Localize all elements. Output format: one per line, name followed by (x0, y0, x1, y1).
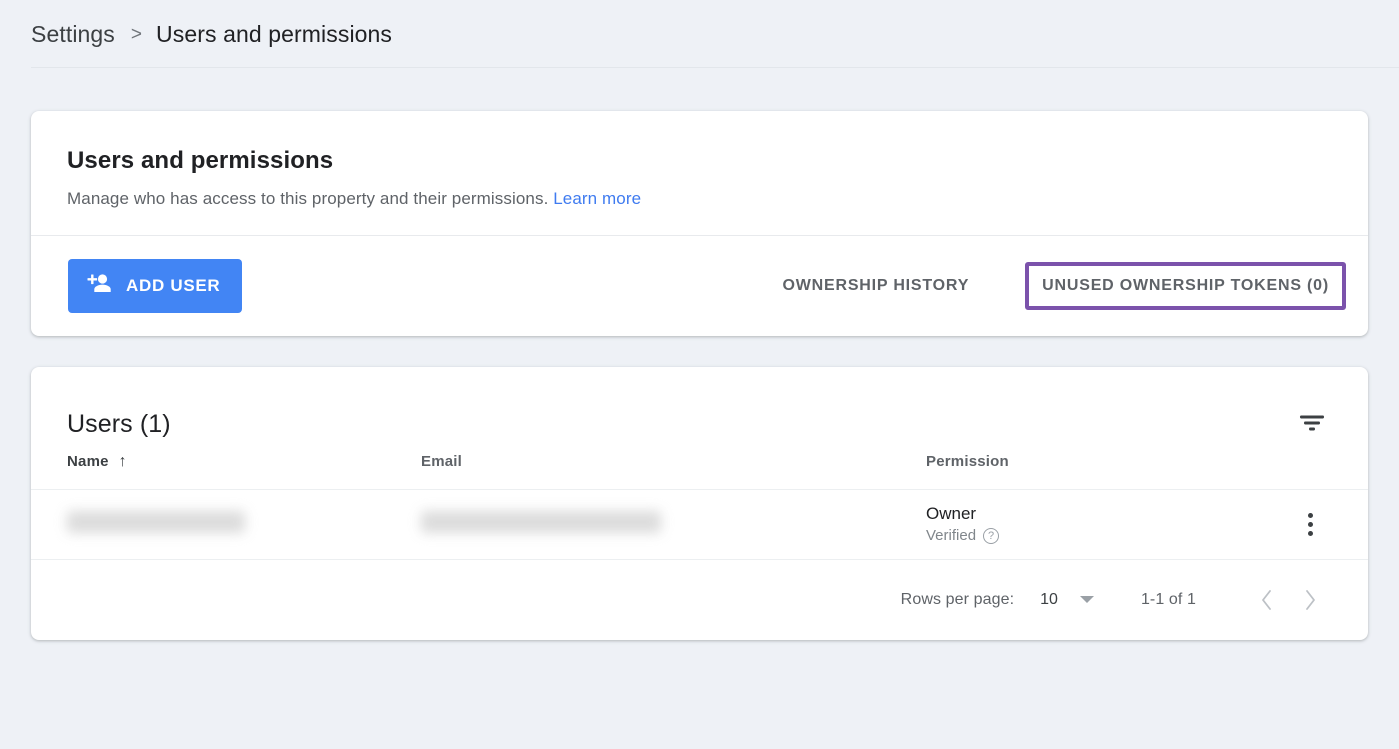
redacted-name-value (67, 510, 245, 533)
column-header-actions (1288, 453, 1368, 490)
permissions-action-bar: ADD USER OWNERSHIP HISTORY UNUSED OWNERS… (31, 236, 1368, 336)
chevron-left-icon (1260, 589, 1273, 611)
rows-per-page-value: 10 (1040, 590, 1058, 608)
next-page-button[interactable] (1288, 578, 1332, 622)
tab-unused-ownership-tokens[interactable]: UNUSED OWNERSHIP TOKENS (0) (1042, 277, 1329, 295)
page-subtitle: Manage who has access to this property a… (67, 189, 1332, 209)
permission-role: Owner (926, 503, 977, 523)
users-table-head: Name ↑ Email Permission (31, 453, 1368, 490)
redacted-email-value (421, 510, 661, 533)
users-table-header-row: Name ↑ Email Permission (31, 453, 1368, 490)
table-row[interactable]: Owner Verified ? (31, 489, 1368, 560)
cell-name (31, 489, 421, 559)
more-vert-icon-dot-1 (1307, 512, 1313, 518)
page-title: Users and permissions (67, 147, 334, 174)
breadcrumb-separator-icon: > (130, 23, 143, 45)
breadcrumb-current: Users and permissions (156, 20, 393, 47)
tab-ownership-history[interactable]: OWNERSHIP HISTORY (779, 267, 974, 305)
permission-status: Verified ? (926, 527, 1288, 545)
rows-per-page-select[interactable]: 10 (1040, 591, 1094, 609)
permissions-card: Users and permissions Manage who has acc… (31, 111, 1368, 336)
cell-permission: Owner Verified ? (926, 489, 1288, 559)
users-card: Users (1) Name ↑ Email Permission Owner … (31, 366, 1368, 640)
more-vert-icon-dot-2 (1307, 521, 1313, 527)
column-header-name[interactable]: Name ↑ (31, 453, 421, 490)
unused-ownership-tokens-highlight: UNUSED OWNERSHIP TOKENS (0) (1025, 261, 1346, 310)
previous-page-button[interactable] (1244, 578, 1288, 622)
row-more-options-button[interactable] (1290, 504, 1330, 544)
rows-per-page-label: Rows per page: (900, 590, 1015, 608)
breadcrumb-settings[interactable]: Settings (31, 22, 115, 46)
breadcrumb: Settings > Users and permissions (0, 0, 1399, 68)
cell-actions (1288, 489, 1368, 559)
filter-button[interactable] (1289, 402, 1335, 448)
chevron-down-icon (1079, 596, 1094, 604)
permissions-card-header: Users and permissions Manage who has acc… (31, 111, 1368, 235)
column-header-name-label: Name (67, 452, 109, 470)
chevron-right-icon (1304, 589, 1317, 611)
filter-icon (1299, 414, 1325, 435)
pagination: Rows per page: 10 1-1 of 1 (31, 560, 1368, 640)
sort-ascending-icon: ↑ (118, 452, 127, 470)
more-vert-icon-dot-3 (1307, 530, 1313, 536)
users-table-body: Owner Verified ? (31, 489, 1368, 560)
pagination-range: 1-1 of 1 (1140, 590, 1196, 608)
column-header-email[interactable]: Email (421, 453, 926, 490)
help-circle-icon[interactable]: ? (983, 528, 1000, 545)
users-card-header: Users (1) (31, 367, 1368, 453)
column-header-permission[interactable]: Permission (926, 453, 1288, 490)
person-add-icon (87, 273, 113, 298)
add-user-button-label: ADD USER (126, 275, 221, 295)
subtitle-text: Manage who has access to this property a… (67, 188, 549, 208)
cell-email (421, 489, 926, 559)
learn-more-link[interactable]: Learn more (553, 189, 641, 208)
add-user-button[interactable]: ADD USER (68, 258, 243, 313)
users-table: Name ↑ Email Permission Owner Verified ? (31, 453, 1368, 560)
users-count-title: Users (1) (67, 410, 171, 439)
status-badge: Verified (926, 527, 977, 545)
